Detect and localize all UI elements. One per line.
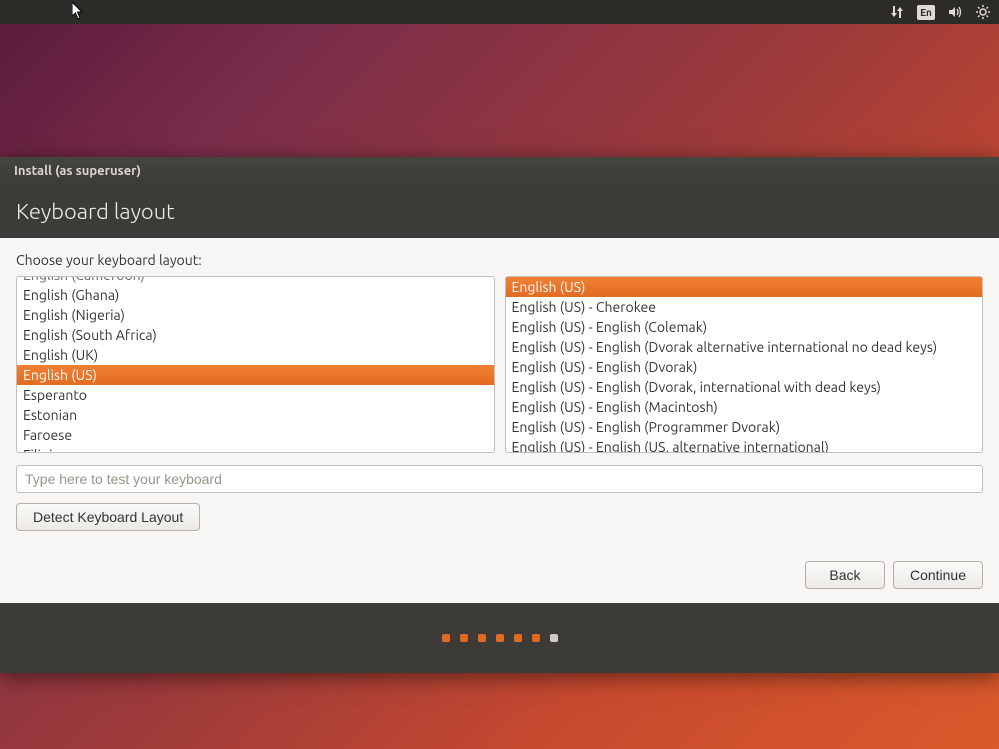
list-item[interactable]: Filipino [17,445,494,453]
progress-dot [532,634,540,642]
mouse-cursor [72,2,86,22]
prompt-text: Choose your keyboard layout: [16,252,983,268]
list-item[interactable]: Faroese [17,425,494,445]
progress-dot [442,634,450,642]
progress-dot [496,634,504,642]
list-item[interactable]: English (US) - Cherokee [506,297,983,317]
input-language-badge[interactable]: En [917,5,935,20]
layout-variant-list[interactable]: English (US)English (US) - CherokeeEngli… [505,276,984,453]
network-icon[interactable] [889,4,905,20]
back-button[interactable]: Back [805,561,885,589]
progress-dot [514,634,522,642]
content-area: Choose your keyboard layout: English (Ca… [0,238,999,603]
list-item[interactable]: English (US) - English (Programmer Dvora… [506,417,983,437]
continue-button[interactable]: Continue [893,561,983,589]
list-item[interactable]: English (US) [506,277,983,297]
installer-window: Install (as superuser) Keyboard layout C… [0,157,999,673]
list-item[interactable]: English (US) - English (Macintosh) [506,397,983,417]
list-item[interactable]: English (Ghana) [17,285,494,305]
detect-row: Detect Keyboard Layout [16,503,983,531]
layout-language-list[interactable]: English (Cameroon)English (Ghana)English… [16,276,495,453]
window-titlebar: Install (as superuser) [0,157,999,185]
list-item[interactable]: English (US) - English (Dvorak) [506,357,983,377]
window-title: Install (as superuser) [14,164,141,178]
layout-lists: English (Cameroon)English (Ghana)English… [16,276,983,453]
progress-dot [550,634,558,642]
detect-keyboard-button[interactable]: Detect Keyboard Layout [16,503,200,531]
system-gear-icon[interactable] [975,4,991,20]
list-item[interactable]: English (US) [17,365,494,385]
progress-dot [460,634,468,642]
progress-dot [478,634,486,642]
volume-icon[interactable] [947,4,963,20]
list-item[interactable]: English (UK) [17,345,494,365]
list-item[interactable]: Estonian [17,405,494,425]
list-item[interactable]: Esperanto [17,385,494,405]
list-item[interactable]: English (US) - English (Dvorak, internat… [506,377,983,397]
list-item[interactable]: English (Cameroon) [17,276,494,285]
list-item[interactable]: English (US) - English (Colemak) [506,317,983,337]
list-item[interactable]: English (South Africa) [17,325,494,345]
top-menubar: En [0,0,999,24]
list-item[interactable]: English (US) - English (Dvorak alternati… [506,337,983,357]
progress-strip [0,603,999,673]
nav-buttons: Back Continue [16,531,983,589]
list-item[interactable]: English (US) - English (US, alternative … [506,437,983,453]
page-title: Keyboard layout [0,185,999,238]
list-item[interactable]: English (Nigeria) [17,305,494,325]
keyboard-test-input[interactable] [16,465,983,493]
